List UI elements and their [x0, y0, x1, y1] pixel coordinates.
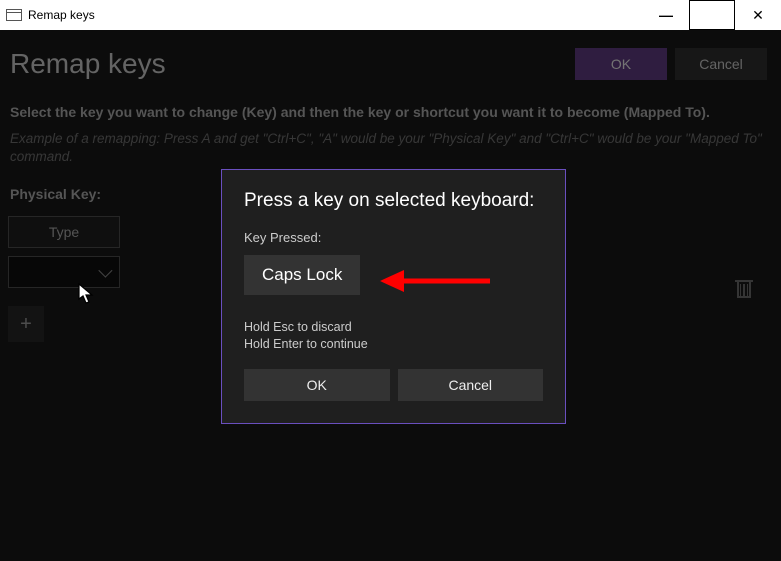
key-pressed-value: Caps Lock [244, 255, 360, 295]
close-button[interactable]: ✕ [735, 0, 781, 30]
key-press-dialog: Press a key on selected keyboard: Key Pr… [221, 169, 566, 424]
window-title: Remap keys [28, 8, 95, 22]
dialog-title: Press a key on selected keyboard: [244, 190, 543, 212]
cancel-button[interactable]: Cancel [675, 48, 767, 80]
dialog-cancel-button[interactable]: Cancel [398, 369, 544, 401]
page-title: Remap keys [8, 38, 166, 90]
instruction-text: Select the key you want to change (Key) … [8, 90, 773, 124]
add-mapping-button[interactable]: + [8, 306, 44, 342]
app-icon [6, 9, 22, 21]
delete-icon[interactable] [735, 280, 753, 300]
maximize-button[interactable] [689, 0, 735, 30]
titlebar: Remap keys — ✕ [0, 0, 781, 30]
dialog-hint: Hold Esc to discard Hold Enter to contin… [244, 319, 543, 353]
chevron-down-icon [98, 264, 112, 278]
dialog-ok-button[interactable]: OK [244, 369, 390, 401]
key-dropdown[interactable] [8, 256, 120, 288]
type-button[interactable]: Type [8, 216, 120, 248]
key-pressed-label: Key Pressed: [244, 230, 543, 245]
minimize-button[interactable]: — [643, 0, 689, 30]
ok-button[interactable]: OK [575, 48, 667, 80]
